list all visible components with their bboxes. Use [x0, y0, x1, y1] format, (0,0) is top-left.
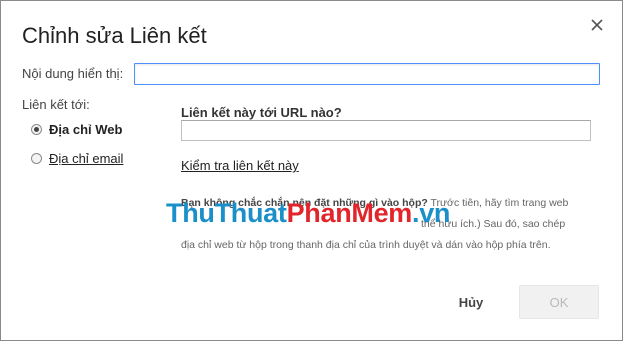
radio-email-address-label: Địa chỉ email [49, 151, 124, 166]
edit-link-dialog: Chỉnh sửa Liên kết Nội dung hiển thị: Li… [0, 0, 623, 341]
url-input[interactable] [181, 120, 591, 141]
watermark-logo: ThuThuatPhanMem.vn [166, 198, 450, 229]
ok-button[interactable]: OK [519, 285, 599, 319]
radio-email-address[interactable]: Địa chỉ email [31, 151, 123, 166]
radio-unselected-icon[interactable] [31, 153, 42, 164]
url-question: Liên kết này tới URL nào? [181, 105, 342, 120]
radio-selected-icon[interactable] [31, 124, 42, 135]
watermark-part2: PhanMem [286, 198, 413, 228]
link-to-label: Liên kết tới: [22, 97, 90, 112]
dialog-title: Chỉnh sửa Liên kết [22, 23, 207, 48]
help-text-3: địa chỉ web từ hộp trong thanh địa chỉ c… [181, 239, 551, 251]
display-text-label: Nội dung hiển thị: [22, 66, 124, 81]
close-icon[interactable] [587, 15, 607, 35]
test-link[interactable]: Kiểm tra liên kết này [181, 158, 299, 173]
radio-web-address[interactable]: Địa chỉ Web [31, 122, 122, 137]
watermark-part3: .vn [412, 198, 451, 228]
radio-web-address-label: Địa chỉ Web [49, 122, 123, 137]
watermark-part1: ThuThuat [166, 198, 287, 228]
display-text-input[interactable] [134, 63, 600, 85]
cancel-button[interactable]: Hủy [449, 285, 493, 319]
